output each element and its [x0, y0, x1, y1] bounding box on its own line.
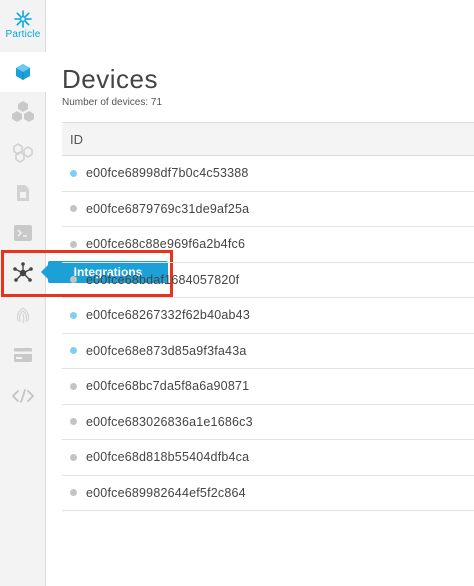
status-dot-icon: [70, 276, 77, 284]
device-id: e00fce68d818b55404dfb4ca: [86, 450, 250, 465]
status-dot-icon: [70, 205, 77, 213]
status-dot-icon: [70, 347, 77, 355]
table-row[interactable]: e00fce68998df7b0c4c53388: [62, 156, 474, 192]
particle-logo[interactable]: Particle: [0, 0, 46, 56]
table-row[interactable]: e00fce68d818b55404dfb4ca: [62, 440, 474, 476]
table-row[interactable]: e00fce6879769c31de9af25a: [62, 192, 474, 227]
sidebar-item-console[interactable]: [0, 213, 46, 253]
status-dot-icon: [70, 489, 77, 497]
table-row[interactable]: e00fce68bdaf1684057820f: [62, 263, 474, 298]
device-id: e00fce683026836a1e1686c3: [86, 414, 253, 429]
device-id: e00fce6879769c31de9af25a: [86, 201, 250, 216]
status-dot-icon: [70, 311, 77, 319]
device-id: e00fce689982644ef5f2c864: [86, 485, 246, 500]
cubes-icon: [12, 101, 34, 122]
device-id: e00fce68e873d85a9f3fa43a: [86, 343, 247, 358]
status-dot-icon: [70, 382, 77, 390]
table-row[interactable]: e00fce68c88e969f6a2b4fc6: [62, 227, 474, 263]
page-title: Devices: [62, 64, 158, 94]
status-dot-icon: [70, 240, 77, 248]
device-id: e00fce68bdaf1684057820f: [86, 272, 240, 287]
table-row[interactable]: e00fce689982644ef5f2c864: [62, 476, 474, 511]
sidebar-item-sim-cards[interactable]: [0, 173, 46, 213]
credit-card-icon: [14, 348, 32, 362]
code-icon: [11, 389, 35, 403]
terminal-icon: [14, 225, 32, 241]
table-row[interactable]: e00fce68e873d85a9f3fa43a: [62, 334, 474, 369]
devices-table: ID e00fce68998df7b0c4c53388 e00fce6879769…: [62, 122, 474, 511]
cube-icon: [16, 64, 30, 80]
device-id: e00fce68267332f62b40ab43: [86, 308, 250, 323]
particle-star-icon: [14, 10, 32, 28]
device-id: e00fce68bc7da5f8a6a90871: [86, 379, 250, 394]
status-dot-icon: [70, 453, 77, 461]
table-row[interactable]: e00fce68bc7da5f8a6a90871: [62, 369, 474, 405]
logo-text: Particle: [5, 29, 41, 40]
column-header-id[interactable]: ID: [62, 122, 474, 156]
sidebar-item-authentication[interactable]: [0, 295, 46, 335]
table-row[interactable]: e00fce683026836a1e1686c3: [62, 405, 474, 440]
hexagons-icon: [13, 143, 33, 163]
device-id: e00fce68998df7b0c4c53388: [86, 166, 249, 181]
fingerprint-icon: [16, 307, 30, 324]
sidebar-item-billing[interactable]: [0, 335, 46, 375]
device-id: e00fce68c88e969f6a2b4fc6: [86, 237, 246, 252]
device-count: Number of devices: 71: [62, 97, 163, 108]
sidebar-item-ide[interactable]: [0, 376, 46, 416]
status-dot-icon: [70, 169, 77, 177]
table-body: e00fce68998df7b0c4c53388 e00fce6879769c31…: [62, 156, 474, 511]
sidebar-item-devices[interactable]: [0, 52, 46, 92]
sidebar-item-mesh[interactable]: [0, 133, 46, 173]
column-header-label: ID: [70, 131, 83, 147]
sidebar-item-products[interactable]: [0, 92, 46, 132]
status-dot-icon: [70, 418, 77, 426]
sim-card-icon: [17, 185, 29, 201]
table-row[interactable]: e00fce68267332f62b40ab43: [62, 298, 474, 334]
